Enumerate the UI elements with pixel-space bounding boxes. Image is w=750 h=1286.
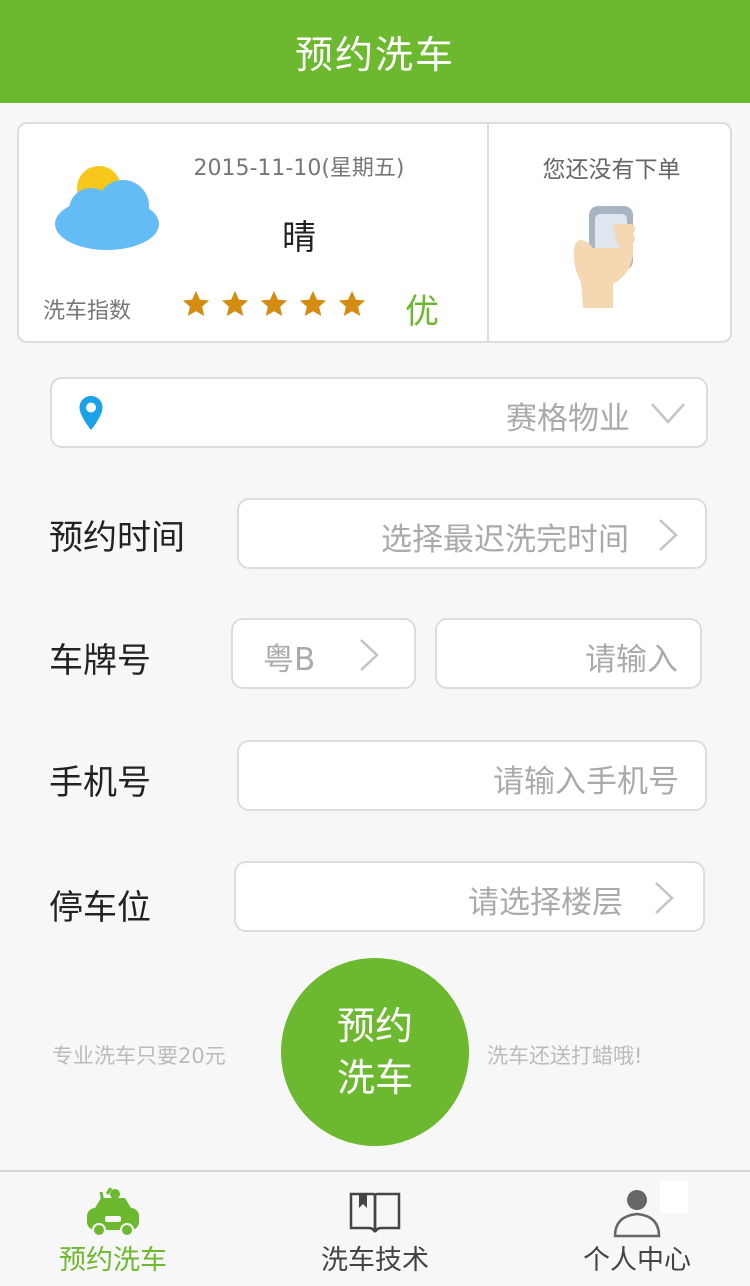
header-bar: 预约洗车 [0, 0, 750, 103]
tab-profile[interactable]: 个人中心 [512, 1172, 750, 1286]
chevron-down-icon [651, 403, 685, 424]
weather-condition: 晴 [282, 218, 316, 258]
bottom-tab-bar: 预约洗车 洗车技术 个人中心 [0, 1170, 750, 1286]
chevron-right-icon [360, 639, 379, 671]
tab-book-wash[interactable]: 预约洗车 [0, 1172, 238, 1286]
phone-label: 手机号 [49, 763, 151, 803]
star-icon [260, 290, 288, 316]
star-icon [182, 290, 210, 316]
hand-holding-phone-icon [573, 206, 635, 308]
star-icon [338, 290, 366, 316]
car-wash-icon [87, 1187, 139, 1237]
promo-wax-text: 洗车还送打蜡哦! [487, 1044, 643, 1068]
wash-index-stars [181, 289, 367, 319]
parking-label: 停车位 [49, 888, 151, 928]
tab-label: 预约洗车 [59, 1245, 167, 1276]
tab-label: 洗车技术 [321, 1245, 429, 1276]
page-title: 预约洗车 [294, 33, 455, 77]
parking-floor-placeholder: 请选择楼层 [468, 885, 623, 921]
plate-prefix-select[interactable]: 粤B [231, 618, 416, 689]
wash-index-label: 洗车指数 [43, 299, 132, 324]
book-wash-button[interactable]: 预约 洗车 [281, 958, 469, 1146]
promo-price-text: 专业洗车只要20元 [52, 1044, 226, 1068]
appointment-time-picker[interactable]: 选择最迟洗完时间 [237, 498, 707, 569]
plate-prefix-value: 粤B [263, 642, 316, 678]
parking-floor-picker[interactable]: 请选择楼层 [234, 861, 705, 932]
phone-input[interactable]: 请输入手机号 [237, 740, 707, 811]
plate-number-placeholder: 请输入 [585, 642, 678, 678]
weather-date: 2015-11-10(星期五) [193, 156, 405, 181]
weather-order-card: 2015-11-10(星期五) 晴 洗车指数 优 您还没有下单 [17, 122, 732, 343]
tab-wash-tech[interactable]: 洗车技术 [250, 1172, 500, 1286]
tab-label: 个人中心 [583, 1245, 691, 1276]
appointment-time-label: 预约时间 [49, 518, 185, 558]
wash-index-grade: 优 [405, 292, 439, 332]
star-icon [221, 290, 249, 316]
book-icon [349, 1192, 401, 1233]
sun-behind-cloud-icon [55, 166, 159, 250]
chevron-right-icon [655, 882, 674, 914]
appointment-time-placeholder: 选择最迟洗完时间 [381, 522, 629, 558]
location-select[interactable]: 赛格物业 [50, 377, 708, 448]
plate-number-label: 车牌号 [49, 641, 151, 681]
chevron-right-icon [659, 519, 678, 551]
location-value: 赛格物业 [506, 401, 630, 437]
order-status-text: 您还没有下单 [542, 157, 681, 183]
star-icon [299, 290, 327, 316]
book-button-line1: 预约 [336, 1004, 413, 1048]
tab-badge [660, 1181, 688, 1213]
location-pin-icon [79, 396, 103, 430]
plate-number-input[interactable]: 请输入 [435, 618, 702, 689]
phone-placeholder: 请输入手机号 [493, 764, 679, 800]
book-button-line2: 洗车 [336, 1056, 413, 1100]
